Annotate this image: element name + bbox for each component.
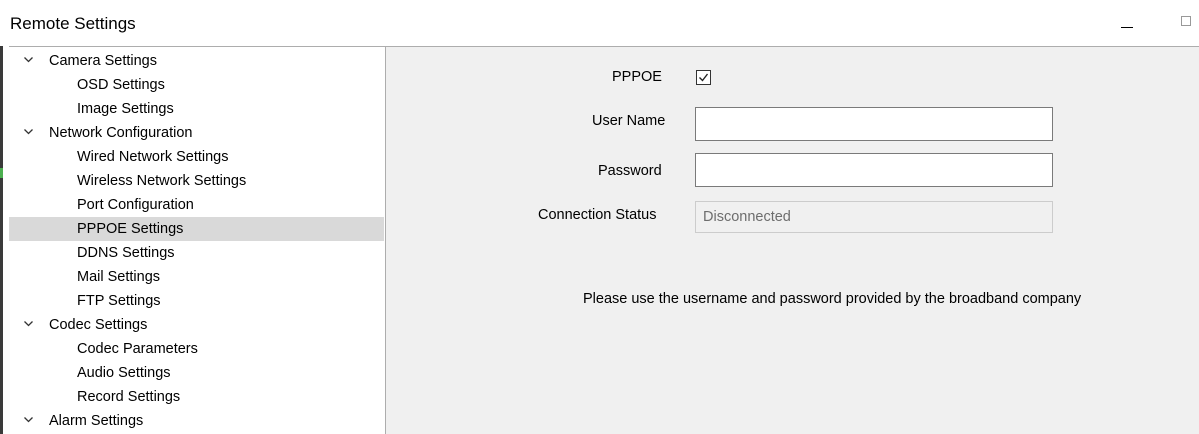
maximize-button[interactable] xyxy=(1180,14,1193,27)
minimize-button[interactable] xyxy=(1117,13,1137,33)
tree-item[interactable]: Image Settings xyxy=(9,97,384,121)
tree-item-label: Record Settings xyxy=(77,389,181,405)
password-label: Password xyxy=(598,163,662,179)
chevron-down-icon[interactable] xyxy=(24,321,33,327)
tree-item-label: Port Configuration xyxy=(77,197,194,213)
window-edge-marker xyxy=(0,168,3,178)
tree-item[interactable]: OSD Settings xyxy=(9,73,384,97)
tree-item[interactable]: Port Configuration xyxy=(9,193,384,217)
pppoe-settings-panel: PPPOE User Name Password Connection Stat… xyxy=(386,46,1199,434)
tree-item-label: Camera Settings xyxy=(49,53,157,69)
username-input[interactable] xyxy=(695,107,1053,141)
password-input[interactable] xyxy=(695,153,1053,187)
chevron-down-icon[interactable] xyxy=(24,417,33,423)
tree-item-label: Wired Network Settings xyxy=(77,149,229,165)
window-title: Remote Settings xyxy=(10,14,136,33)
username-label: User Name xyxy=(592,113,666,129)
tree-item-label: FTP Settings xyxy=(77,293,161,309)
settings-tree[interactable]: Camera Settings OSD Settings Image Setting… xyxy=(9,46,386,434)
window-left-edge xyxy=(0,0,3,434)
tree-item-label: PPPOE Settings xyxy=(77,221,184,237)
connection-status-label: Connection Status xyxy=(538,207,657,223)
tree-item-label: Audio Settings xyxy=(77,365,171,381)
tree-item-label: Image Settings xyxy=(77,101,174,117)
tree-item-label: Network Configuration xyxy=(49,125,193,141)
tree-group[interactable]: Camera Settings xyxy=(9,49,384,73)
tree-item[interactable]: PPPOE Settings xyxy=(9,217,384,241)
tree-item-label: OSD Settings xyxy=(77,77,165,93)
chevron-down-icon[interactable] xyxy=(24,129,33,135)
tree-item[interactable]: Wired Network Settings xyxy=(9,145,384,169)
instruction-note: Please use the username and password pro… xyxy=(583,291,1082,307)
tree-item[interactable]: DDNS Settings xyxy=(9,241,384,265)
tree-item-label: Codec Settings xyxy=(49,317,148,333)
tree-group[interactable]: Codec Settings xyxy=(9,313,384,337)
tree-group[interactable]: Alarm Settings xyxy=(9,409,384,433)
tree-item-label: Wireless Network Settings xyxy=(77,173,247,189)
chevron-down-icon[interactable] xyxy=(24,57,33,63)
tree-item[interactable]: Record Settings xyxy=(9,385,384,409)
tree-item[interactable]: Wireless Network Settings xyxy=(9,169,384,193)
tree-item[interactable]: Audio Settings xyxy=(9,361,384,385)
pppoe-checkbox[interactable] xyxy=(696,70,711,85)
pppoe-label: PPPOE xyxy=(612,69,662,85)
tree-item[interactable]: Mail Settings xyxy=(9,265,384,289)
connection-status-field xyxy=(695,201,1053,233)
tree-item-label: DDNS Settings xyxy=(77,245,175,261)
checkmark-icon xyxy=(699,73,709,82)
tree-group[interactable]: Network Configuration xyxy=(9,121,384,145)
tree-item-label: Mail Settings xyxy=(77,269,161,285)
tree-item[interactable]: Codec Parameters xyxy=(9,337,384,361)
tree-item[interactable]: FTP Settings xyxy=(9,289,384,313)
tree-item-label: Alarm Settings xyxy=(49,413,144,429)
title-bar: Remote Settings xyxy=(0,0,1199,46)
tree-item-label: Codec Parameters xyxy=(77,341,198,357)
